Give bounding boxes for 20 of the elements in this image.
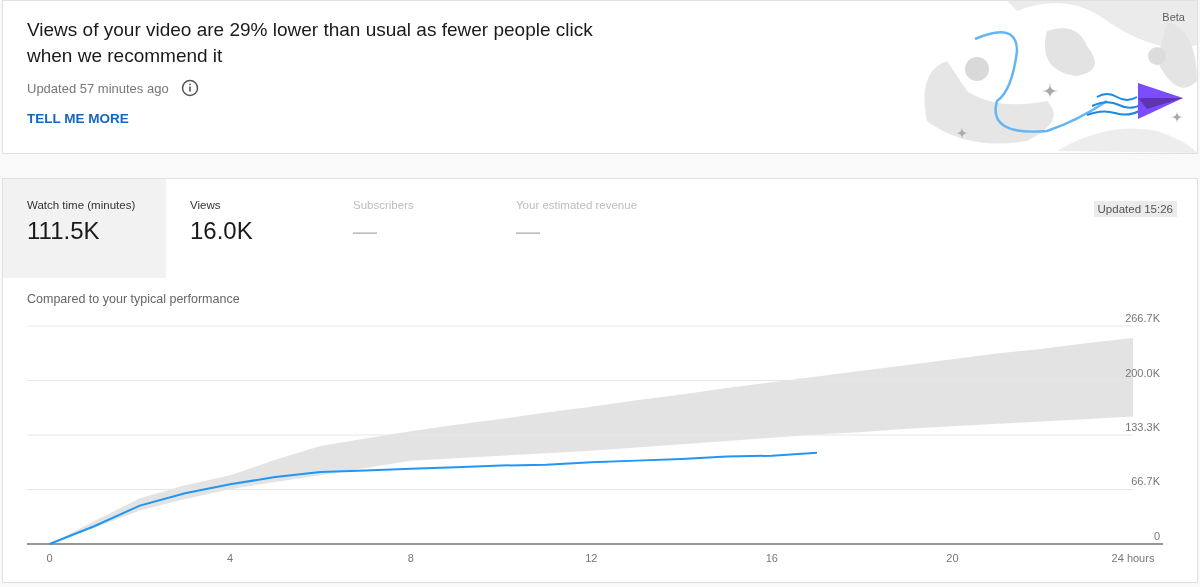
x-tick-label: 16 <box>765 552 778 564</box>
x-tick-label: 20 <box>946 552 959 564</box>
x-tick-label: 0 <box>46 552 53 564</box>
y-tick-label: 200.0K <box>1125 366 1160 379</box>
y-tick-label: 133.3K <box>1125 421 1160 434</box>
x-tick-label: 12 <box>585 552 598 564</box>
metric-tab[interactable]: Watch time (minutes) 111.5K <box>3 179 166 278</box>
x-tick-label: 8 <box>407 552 414 564</box>
y-tick-label: 66.7K <box>1131 475 1160 488</box>
beta-label: Beta <box>1162 11 1185 23</box>
y-tick-label: 266.7K <box>1125 312 1160 324</box>
tell-me-more-link[interactable]: TELL ME MORE <box>27 111 129 126</box>
info-icon[interactable] <box>180 79 199 97</box>
updated-chip: Updated 15:26 <box>1093 201 1177 217</box>
insight-headline: Views of your video are 29% lower than usual as fewer people click when we recommend it <box>27 18 594 68</box>
y-tick-label: 0 <box>1153 530 1160 542</box>
x-tick-label: 24 hours <box>1111 552 1155 564</box>
chart-caption: Compared to your typical performance <box>27 292 241 306</box>
updated-text: Updated 57 minutes ago <box>27 80 169 96</box>
x-tick-label: 4 <box>227 552 234 564</box>
